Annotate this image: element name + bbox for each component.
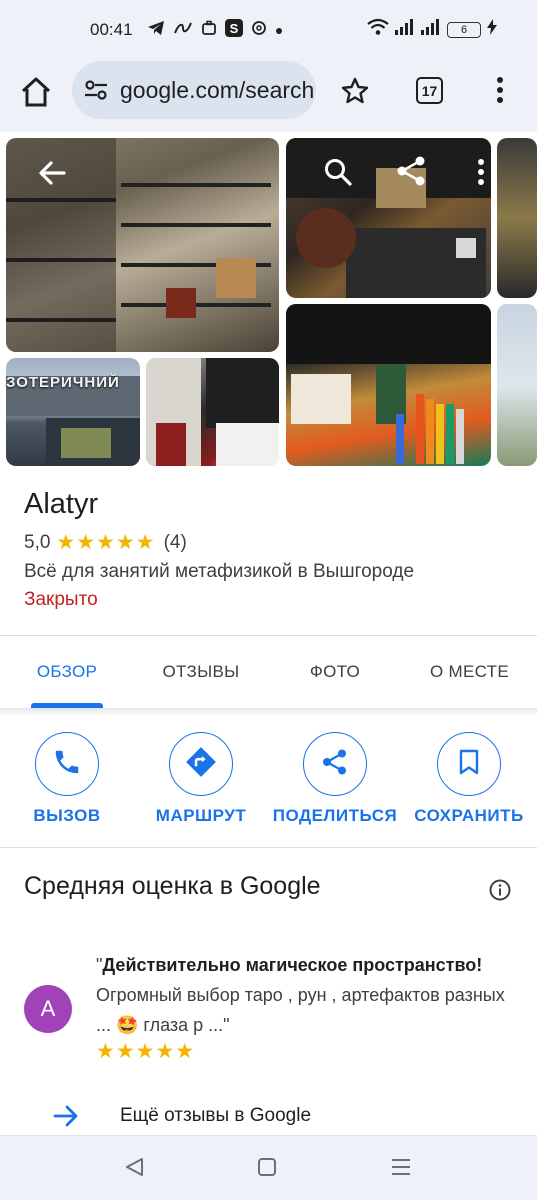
directions-circle[interactable] (169, 732, 233, 796)
threads-icon (251, 20, 267, 40)
battery-level: 6 (460, 23, 468, 36)
briefcase-icon (201, 20, 217, 40)
wifi-icon (367, 18, 389, 41)
telegram-icon (147, 20, 165, 40)
tab-photos[interactable]: ФОТО (268, 636, 402, 708)
photo-shelf-partial[interactable] (497, 138, 537, 298)
photo-store-corner[interactable] (146, 358, 279, 466)
review-highlight: Действительно магическое пространство! (102, 955, 483, 975)
directions-button[interactable]: МАРШРУТ (134, 732, 268, 826)
system-nav-bar (0, 1135, 537, 1200)
rating-value: 5,0 (24, 531, 51, 553)
call-circle[interactable] (35, 732, 99, 796)
battery-icon: 6 (447, 21, 481, 38)
back-arrow-icon[interactable] (36, 156, 70, 190)
more-options-icon[interactable] (474, 156, 488, 188)
divider (0, 847, 537, 848)
save-label: СОХРАНИТЬ (414, 806, 524, 825)
reviews-title: Средняя оценка в Google (24, 872, 321, 900)
bookmark-icon (457, 748, 481, 781)
sign-text: ЗОТЕРИЧНИЙ (6, 374, 120, 391)
arrow-right-icon (52, 1102, 80, 1130)
s-app-icon: S (224, 19, 243, 41)
place-header: Alatyr 5,0 ★★★★★ (4) Всё для занятий мет… (24, 488, 524, 611)
rating-row[interactable]: 5,0 ★★★★★ (4) (24, 530, 524, 555)
url-text[interactable]: google.com/search (120, 77, 314, 104)
photo-figurines[interactable] (286, 138, 491, 298)
bookmark-star-icon[interactable] (340, 76, 370, 106)
nav-back-icon[interactable] (124, 1156, 146, 1178)
avatar: A (24, 985, 72, 1033)
more-reviews-link[interactable]: Ещё отзывы в Google (52, 1102, 311, 1130)
photo-outside-partial[interactable] (497, 304, 537, 466)
review-count: (4) (163, 531, 187, 553)
svg-text:S: S (229, 21, 238, 36)
link-icon (173, 21, 193, 39)
review-text: Огромный выбор таро , рун , артефактов р… (96, 985, 505, 1035)
nav-recents-icon[interactable] (390, 1156, 412, 1178)
place-category: Всё для занятий метафизикой в Вышгороде (24, 561, 415, 582)
more-menu-icon[interactable] (492, 75, 508, 105)
action-buttons: ВЫЗОВ МАРШРУТ ПОДЕЛИТЬСЯ СОХРАНИТЬ (0, 732, 537, 832)
save-circle[interactable] (437, 732, 501, 796)
share-icon (320, 747, 350, 782)
site-settings-icon[interactable] (82, 76, 110, 104)
dot-icon (275, 22, 283, 39)
address-bar[interactable]: google.com/search (72, 61, 316, 119)
review-body: "Действительно магическое пространство! … (96, 950, 516, 1064)
home-icon[interactable] (18, 74, 54, 110)
signal-icon (421, 19, 441, 40)
share-label: ПОДЕЛИТЬСЯ (272, 806, 398, 825)
share-icon[interactable] (394, 154, 428, 188)
directions-label: МАРШРУТ (155, 806, 247, 825)
nav-home-icon[interactable] (258, 1158, 276, 1176)
review-stars: ★★★★★ (96, 1040, 196, 1063)
place-name: Alatyr (24, 488, 99, 520)
directions-icon (184, 745, 218, 784)
call-button[interactable]: ВЫЗОВ (0, 732, 134, 826)
save-button[interactable]: СОХРАНИТЬ (402, 732, 536, 826)
share-circle[interactable] (303, 732, 367, 796)
tab-about[interactable]: О МЕСТЕ (402, 636, 537, 708)
browser-toolbar: google.com/search 17 (0, 60, 537, 132)
phone-icon (52, 747, 82, 782)
system-icons: 6 (367, 18, 497, 41)
place-tabs: ОБЗОР ОТЗЫВЫ ФОТО О МЕСТЕ (0, 636, 537, 708)
status-bar: 00:41 S 6 (0, 0, 537, 60)
more-reviews-label[interactable]: Ещё отзывы в Google (120, 1105, 311, 1127)
charging-icon (487, 19, 497, 40)
open-status: Закрыто (24, 589, 98, 610)
info-icon[interactable] (488, 878, 512, 902)
search-icon[interactable] (322, 156, 354, 188)
tab-reviews[interactable]: ОТЗЫВЫ (134, 636, 268, 708)
rating-stars: ★★★★★ (56, 531, 156, 554)
signal-icon (395, 19, 415, 40)
tab-overview[interactable]: ОБЗОР (0, 636, 134, 708)
notification-icons: S (147, 19, 283, 41)
tabs-shadow (0, 708, 537, 716)
share-button[interactable]: ПОДЕЛИТЬСЯ (268, 732, 402, 826)
photo-gallery: ЗОТЕРИЧНИЙ (0, 132, 537, 472)
status-time: 00:41 (90, 20, 133, 39)
call-label: ВЫЗОВ (33, 806, 101, 825)
tab-switcher-button[interactable]: 17 (416, 77, 443, 104)
photo-candles[interactable] (286, 304, 491, 466)
